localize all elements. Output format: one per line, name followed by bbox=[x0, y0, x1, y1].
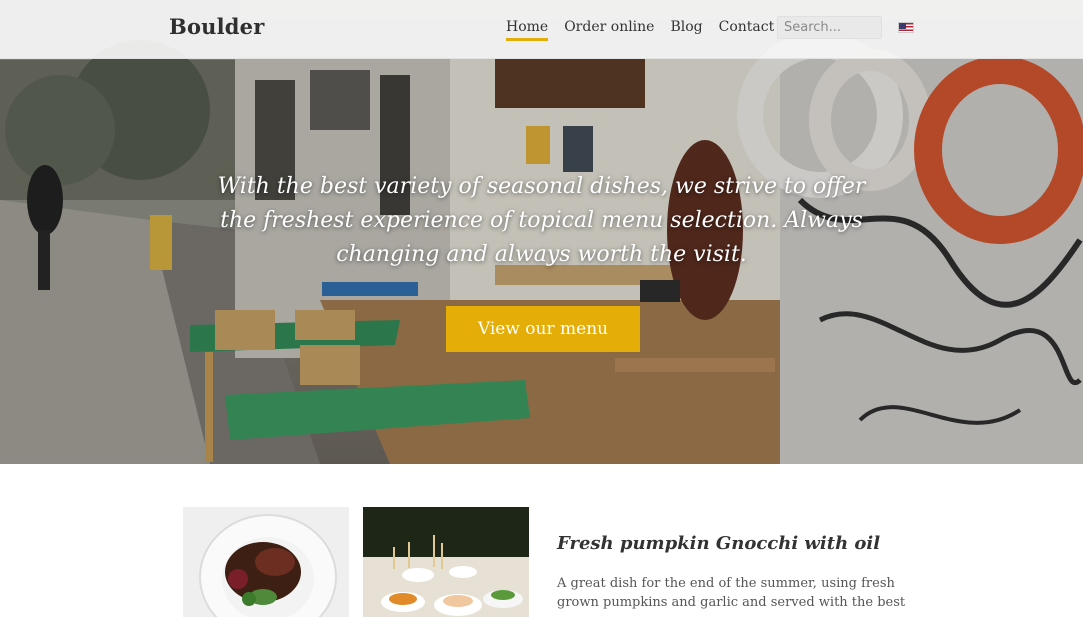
hero-section: With the best variety of seasonal dishes… bbox=[0, 0, 1083, 464]
view-menu-button[interactable]: View our menu bbox=[446, 306, 640, 352]
nav-contact[interactable]: Contact bbox=[719, 18, 775, 41]
plated-dish-illustration bbox=[183, 507, 349, 617]
dish-image-appetizers[interactable] bbox=[363, 507, 529, 617]
featured-dish-title: Fresh pumpkin Gnocchi with oil bbox=[557, 533, 881, 554]
nav-order-online[interactable]: Order online bbox=[564, 18, 654, 41]
nav-blog[interactable]: Blog bbox=[670, 18, 702, 41]
nav-home[interactable]: Home bbox=[506, 18, 549, 41]
dish-image-plate[interactable] bbox=[183, 507, 349, 617]
hero-tagline: With the best variety of seasonal dishes… bbox=[217, 174, 866, 267]
us-flag-icon[interactable] bbox=[898, 22, 914, 33]
site-header: Boulder Home Order online Blog Contact bbox=[0, 0, 1083, 59]
site-logo[interactable]: Boulder bbox=[169, 14, 265, 39]
appetizers-illustration bbox=[363, 507, 529, 617]
featured-dish-description: A great dish for the end of the summer, … bbox=[557, 576, 906, 610]
search-input[interactable] bbox=[777, 16, 882, 39]
main-nav: Home Order online Blog Contact bbox=[506, 18, 774, 41]
